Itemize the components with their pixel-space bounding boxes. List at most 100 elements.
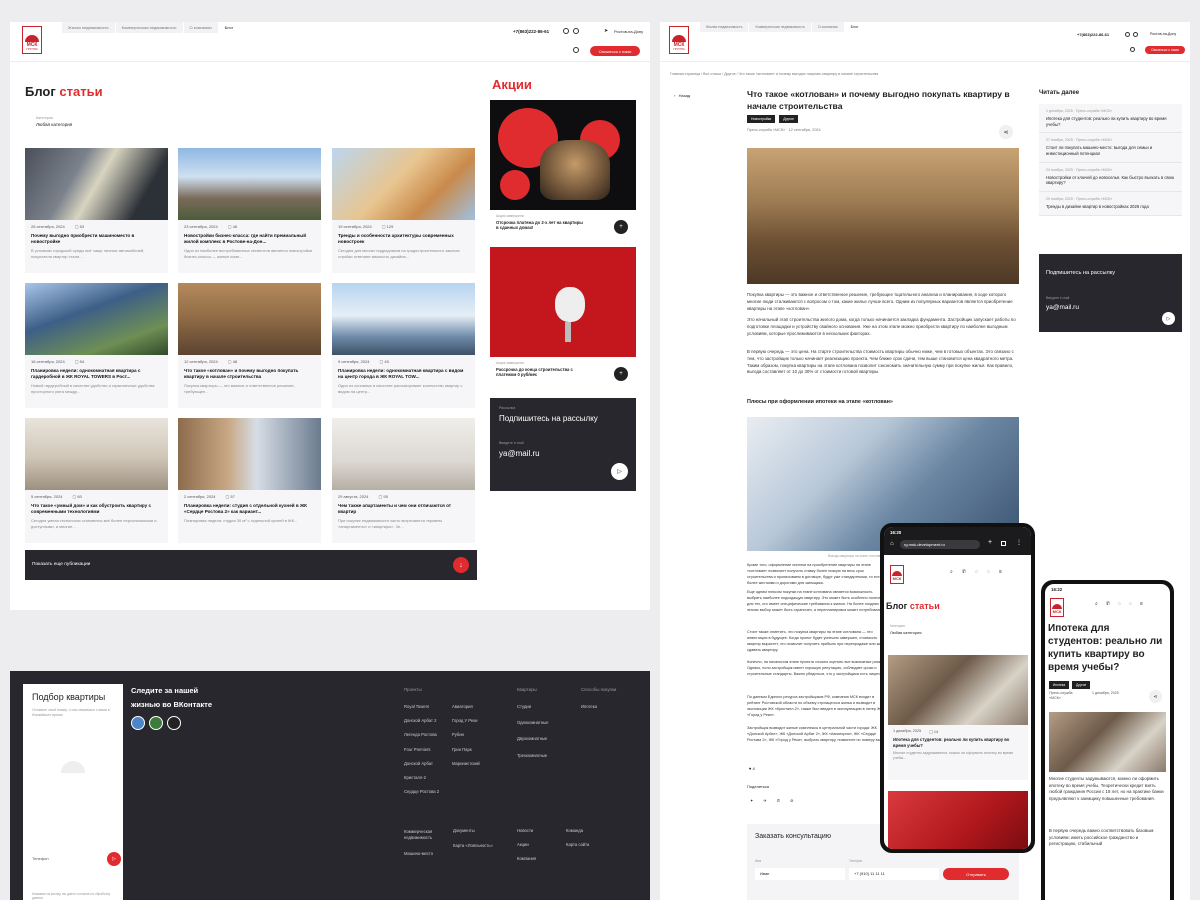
tabs-icon[interactable]: [1001, 541, 1006, 546]
burger-menu-icon[interactable]: ≡: [999, 569, 1002, 575]
phone-icon[interactable]: ✆: [962, 569, 966, 575]
phone-input[interactable]: +7 (910) 11 11 11: [849, 868, 939, 880]
link-share-icon[interactable]: ⊘: [790, 798, 793, 803]
category-select[interactable]: Категория Любая категория: [36, 116, 72, 127]
card-image: [332, 418, 475, 490]
footer-projects-list[interactable]: Royal Towers Донской Арбат 2 Легенда Росто…: [404, 704, 452, 804]
send-icon[interactable]: ▷: [1162, 312, 1175, 325]
vk-avatar-icon[interactable]: [167, 716, 181, 730]
company-logo[interactable]: МСК: [1050, 598, 1064, 617]
search-icon[interactable]: [1130, 47, 1135, 52]
send-icon[interactable]: ▷: [107, 852, 121, 866]
telegram-icon[interactable]: ◌: [1129, 601, 1132, 607]
add-tab-icon[interactable]: +: [988, 539, 992, 546]
back-link[interactable]: ‹ Назад: [674, 93, 690, 98]
tag-chip[interactable]: Другое: [779, 115, 799, 123]
vk-share-icon[interactable]: ✦: [750, 798, 753, 803]
tab-company[interactable]: О компании: [183, 22, 218, 33]
phone-input[interactable]: Телефон: [32, 856, 49, 861]
footer-bottom-2[interactable]: Документы Карта «Лояльность»: [453, 828, 503, 860]
email-input[interactable]: ya@mail.ru: [1039, 300, 1182, 311]
article-card[interactable]: 5 сентября, 2024 ▢ 60 Что такое «умный до…: [25, 418, 168, 543]
likes[interactable]: ♥ 4: [749, 766, 755, 771]
name-input[interactable]: Иван: [755, 868, 845, 880]
home-icon[interactable]: ⌂: [890, 541, 894, 547]
tab-residential[interactable]: Жилая недвижимость: [62, 22, 115, 33]
share-icon[interactable]: ⋖: [999, 125, 1013, 139]
page-title: Блог статьи: [886, 601, 940, 611]
phone-icon[interactable]: ✆: [1106, 601, 1110, 607]
read-more-item[interactable]: 1 декабря, 2025 · Пресс-служба «МСК» Ипот…: [1039, 104, 1182, 134]
plus-icon[interactable]: +: [614, 367, 628, 381]
show-more-button[interactable]: Показать еще публикации ↓: [25, 550, 477, 580]
category-select[interactable]: Категория Любая категория: [890, 624, 922, 635]
telegram-icon[interactable]: [573, 28, 579, 34]
send-icon[interactable]: ▷: [611, 463, 628, 480]
url-bar[interactable]: rg.msk-development.ru: [900, 540, 980, 549]
company-logo[interactable]: МСК ГРУППА: [669, 26, 689, 54]
article-card[interactable]: 2 сентября, 2024 ▢ 57 Планировка недели: …: [178, 418, 321, 543]
vk-avatar-icon[interactable]: [131, 716, 145, 730]
footer-apartments-list[interactable]: Студии Однокомнатные Двухкомнатные Трехкомн…: [517, 704, 548, 768]
read-more-item[interactable]: 20 ноября, 2025 · Пресс-служба «МСК» Трен…: [1039, 192, 1182, 216]
send-button[interactable]: Отправить: [943, 868, 1009, 880]
tab-company[interactable]: О компании: [811, 22, 844, 32]
plus-icon[interactable]: +: [614, 220, 628, 234]
telegram-icon[interactable]: [1133, 32, 1138, 37]
whatsapp-icon[interactable]: [1125, 32, 1130, 37]
whatsapp-share-icon[interactable]: ✆: [777, 798, 780, 803]
article-card[interactable]: 26 сентября, 2024 ▢ 53 Почему выгодно при…: [25, 148, 168, 273]
tag-chip[interactable]: Ипотека: [1049, 681, 1070, 689]
header-phone[interactable]: +7(863)222-86-61: [513, 29, 549, 34]
contact-button[interactable]: Связаться с нами: [1145, 46, 1185, 54]
header-phone[interactable]: +7(863)222-86-61: [1077, 32, 1109, 37]
contact-button[interactable]: Связаться с нами: [590, 46, 640, 56]
subscribe-box: Подпишитесь на рассылку Введите e-mail y…: [1039, 254, 1182, 332]
footer-buy-list[interactable]: Ипотека: [581, 704, 597, 719]
telegram-share-icon[interactable]: ✈: [763, 798, 766, 803]
header-city[interactable]: Ростов-на-Дону: [614, 29, 643, 34]
author-date: Пресс-служба «МСК» · 12 сентября, 2024: [747, 128, 821, 132]
telegram-icon[interactable]: ◌: [987, 569, 990, 575]
promo-card[interactable]: Акция завершена Отсрочка платежа до 2-х …: [490, 100, 636, 245]
subscribe-box: Рассылка Подпишитесь на рассылку Введите…: [490, 398, 636, 491]
read-more-item[interactable]: 24 ноября, 2025 · Пресс-служба «МСК» Ново…: [1039, 162, 1182, 193]
tag-chip[interactable]: Другое: [1072, 681, 1091, 689]
tab-blog[interactable]: Блог: [844, 22, 865, 32]
menu-dots-icon[interactable]: ⋮: [1016, 539, 1022, 546]
company-logo[interactable]: МСК ГРУППА: [22, 26, 42, 54]
footer-bottom-3[interactable]: Новости Акции Компания: [517, 828, 536, 872]
article-card[interactable]: 1 декабря, 2025 ▢ 14 Ипотека для студенто…: [888, 655, 1028, 780]
tag-chip[interactable]: Новостройки: [747, 115, 776, 123]
company-logo[interactable]: МСК: [890, 565, 904, 584]
email-input[interactable]: ya@mail.ru: [490, 445, 636, 458]
tab-blog[interactable]: Блог: [218, 22, 240, 33]
article-card[interactable]: 23 сентября, 2024 ▢ 46 Новостройки бизнес…: [178, 148, 321, 273]
chat-icon[interactable]: ◌: [975, 569, 978, 575]
tab-commercial[interactable]: Коммерческая недвижимость: [749, 22, 811, 32]
tab-commercial[interactable]: Коммерческая недвижимость: [115, 22, 183, 33]
chat-icon[interactable]: ◌: [1118, 601, 1121, 607]
promo-card[interactable]: Акция завершена Рассрочка до конца строи…: [490, 247, 636, 392]
header-city[interactable]: Ростов-на-Дону: [1150, 32, 1176, 36]
read-more-item[interactable]: 27 ноября, 2025 · Пресс-служба «МСК» Стои…: [1039, 133, 1182, 163]
page-title: Блог статьи: [25, 84, 103, 99]
article-card[interactable]: 19 сентября, 2024 ▢ 129 Тренды и особенно…: [332, 148, 475, 273]
share-icon[interactable]: ⋖: [1149, 690, 1162, 703]
footer-projects-list-2[interactable]: Авиатория Город У Реки Рубин Грин Парк Марин…: [452, 704, 480, 776]
breadcrumb[interactable]: Главная страница / Все статьи / Другое /…: [670, 72, 878, 76]
vk-avatar-icon[interactable]: [149, 716, 163, 730]
footer-bottom-1[interactable]: Коммерческая недвижимость Машино-место: [404, 829, 452, 866]
burger-menu-icon[interactable]: ≡: [1140, 601, 1143, 607]
search-icon[interactable]: [573, 47, 579, 53]
article-card[interactable]: 29 августа, 2024 ▢ 95 Чем также апартамен…: [332, 418, 475, 543]
tab-residential[interactable]: Жилая недвижимость: [700, 22, 749, 32]
article-card[interactable]: 9 сентября, 2024 ▢ 45 Планировка недели: …: [332, 283, 475, 408]
whatsapp-icon[interactable]: [563, 28, 569, 34]
footer-bottom-4[interactable]: Команда Карта сайта: [566, 828, 589, 857]
article-card[interactable]: 16 сентября, 2024 ▢ 54 Планировка недели:…: [25, 283, 168, 408]
article-paragraph: Застройщик возводит жилые комплексы в це…: [747, 726, 887, 742]
search-icon[interactable]: ⌕: [1095, 601, 1098, 607]
search-icon[interactable]: ⌕: [950, 569, 953, 575]
article-card[interactable]: 12 сентября, 2024 ▢ 48 Что такое «котлова…: [178, 283, 321, 408]
